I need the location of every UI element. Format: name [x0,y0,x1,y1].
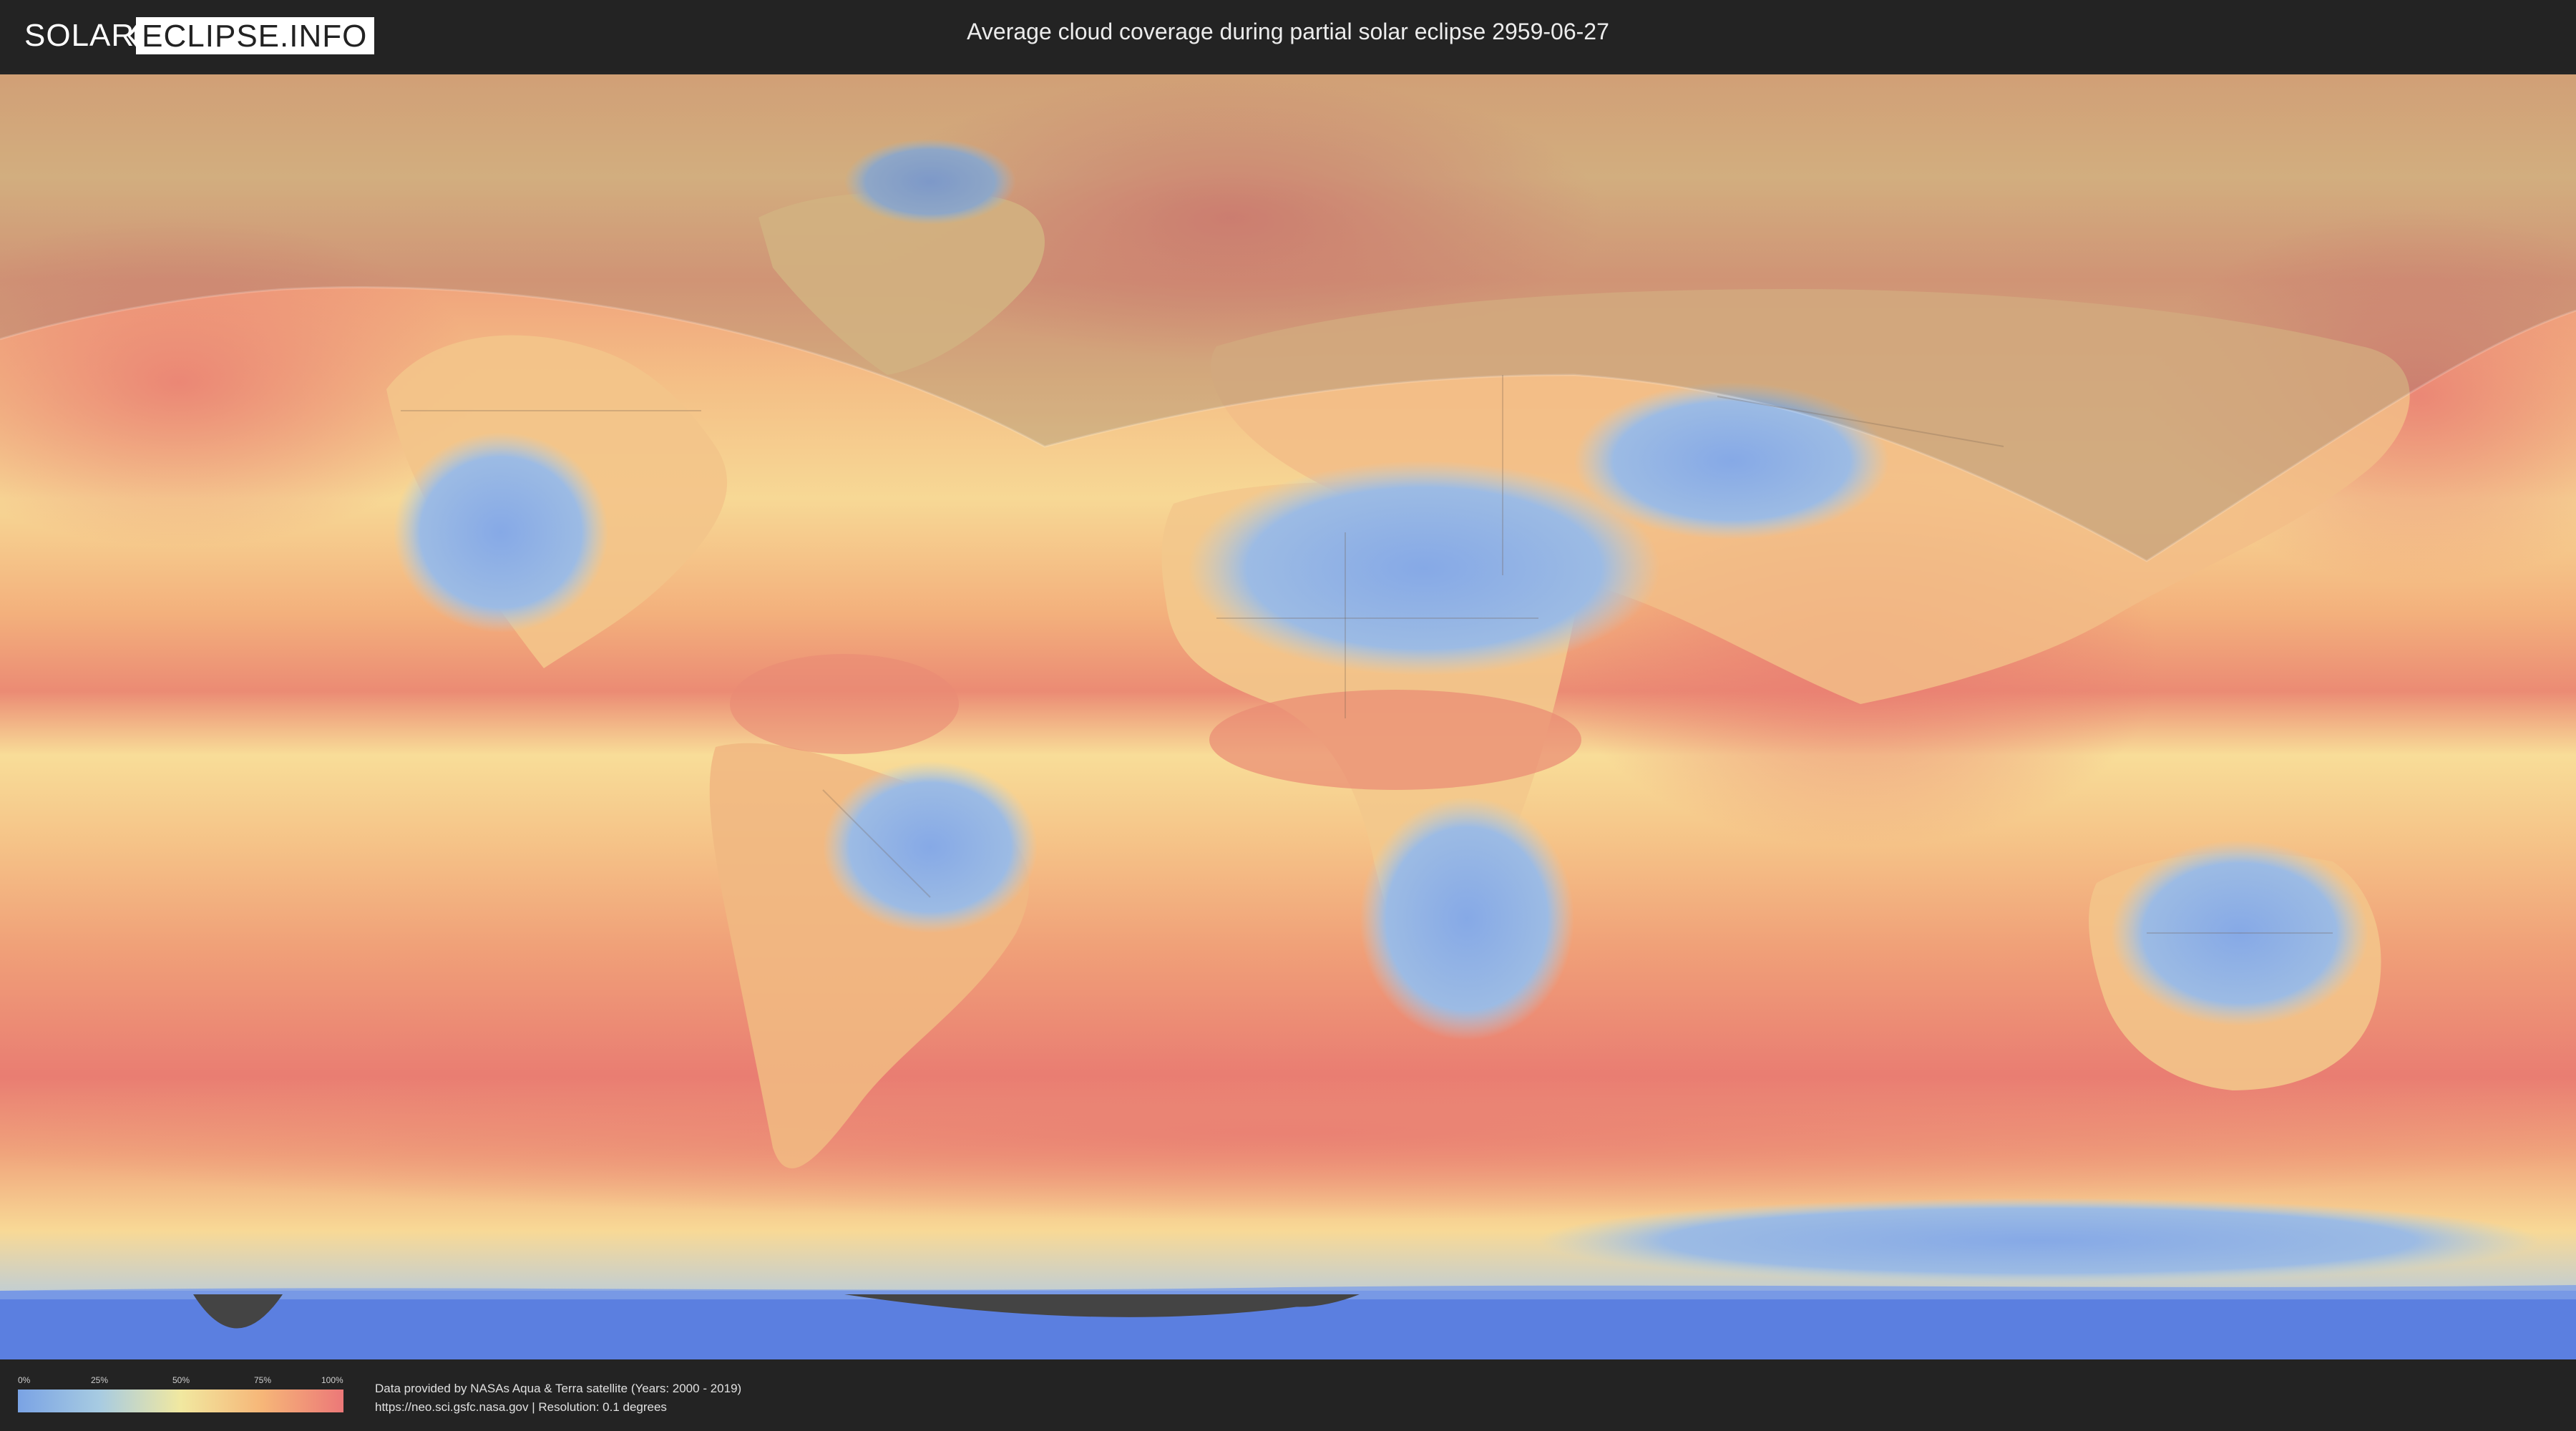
southern-africa-clear-skies [1360,797,1574,1040]
cloud-coverage-map[interactable] [0,74,2576,1359]
itcz-africa-clouds [1209,690,1581,790]
footer-bar: 0% 25% 50% 75% 100% Data provided by NAS… [0,1359,2576,1431]
brazil-clear-skies [823,761,1038,933]
legend-tick-100: 100% [321,1375,343,1385]
credit-line-source: Data provided by NASAs Aqua & Terra sate… [375,1382,742,1395]
legend-tick-0: 0% [18,1375,31,1385]
cloud-coverage-legend: 0% 25% 50% 75% 100% [18,1375,344,1412]
western-us-clear-skies [394,432,608,633]
itcz-america-clouds [730,654,959,754]
data-credits: Data provided by NASAs Aqua & Terra sate… [375,1379,741,1417]
legend-tick-50: 50% [172,1375,190,1385]
page-title: Average cloud coverage during partial so… [967,19,1609,44]
header-bar: SOLAR ECLIPSE.INFO Average cloud coverag… [0,0,2576,72]
legend-ticks: 0% 25% 50% 75% 100% [18,1375,344,1385]
legend-tick-75: 75% [254,1375,272,1385]
world-map-graphic [0,74,2576,1359]
antarctica-clear-skies [1538,1198,2540,1284]
legend-tick-25: 25% [91,1375,109,1385]
legend-color-bar [18,1390,343,1412]
credit-line-url: https://neo.sci.gsfc.nasa.gov | Resoluti… [375,1400,667,1414]
